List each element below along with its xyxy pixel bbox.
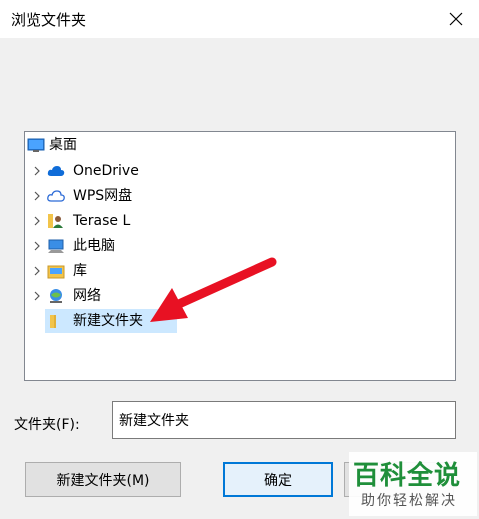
computer-icon (48, 239, 64, 253)
close-icon (449, 12, 463, 26)
cloud-icon (47, 166, 65, 176)
tree-item-label: WPS网盘 (73, 188, 133, 204)
desktop-icon (27, 138, 45, 152)
chevron-right-icon[interactable] (32, 266, 42, 276)
tree-item-label: 此电脑 (73, 238, 115, 254)
window-title: 浏览文件夹 (11, 11, 87, 29)
close-button[interactable] (433, 0, 479, 38)
tree-item-label: OneDrive (73, 163, 139, 179)
tree-item-desktop[interactable]: 桌面 (25, 133, 455, 157)
tree-item-label: 库 (73, 263, 87, 279)
annotation-arrow (150, 257, 277, 322)
tree-item-label: Terase L (73, 213, 131, 229)
ok-button[interactable]: 确定 (223, 462, 333, 497)
folder-field-label: 文件夹(F): (14, 417, 80, 433)
tree-item-label: 网络 (73, 288, 101, 304)
folder-name-input[interactable] (112, 401, 456, 439)
folder-icon (50, 315, 56, 328)
chevron-right-icon[interactable] (32, 216, 42, 226)
tree-item-label: 桌面 (49, 137, 77, 153)
title-bar: 浏览文件夹 (0, 0, 479, 38)
watermark-title: 百科全说 (353, 461, 462, 491)
tree-item-wps[interactable]: WPS网盘 (25, 184, 455, 208)
cloud-outline-icon (47, 190, 65, 202)
tree-item-label: 新建文件夹 (73, 313, 143, 329)
tree-item-onedrive[interactable]: OneDrive (25, 159, 455, 183)
library-icon (47, 265, 65, 279)
chevron-right-icon[interactable] (32, 166, 42, 176)
tree-item-user[interactable]: Terase L (25, 209, 455, 233)
user-folder-icon (48, 214, 63, 228)
new-folder-button[interactable]: 新建文件夹(M) (25, 462, 181, 497)
chevron-right-icon[interactable] (32, 241, 42, 251)
chevron-right-icon[interactable] (32, 191, 42, 201)
chevron-right-icon[interactable] (32, 291, 42, 301)
watermark-subtitle: 助你轻松解决 (361, 493, 457, 509)
watermark: 百科全说 助你轻松解决 (349, 452, 477, 516)
network-icon (50, 289, 62, 303)
